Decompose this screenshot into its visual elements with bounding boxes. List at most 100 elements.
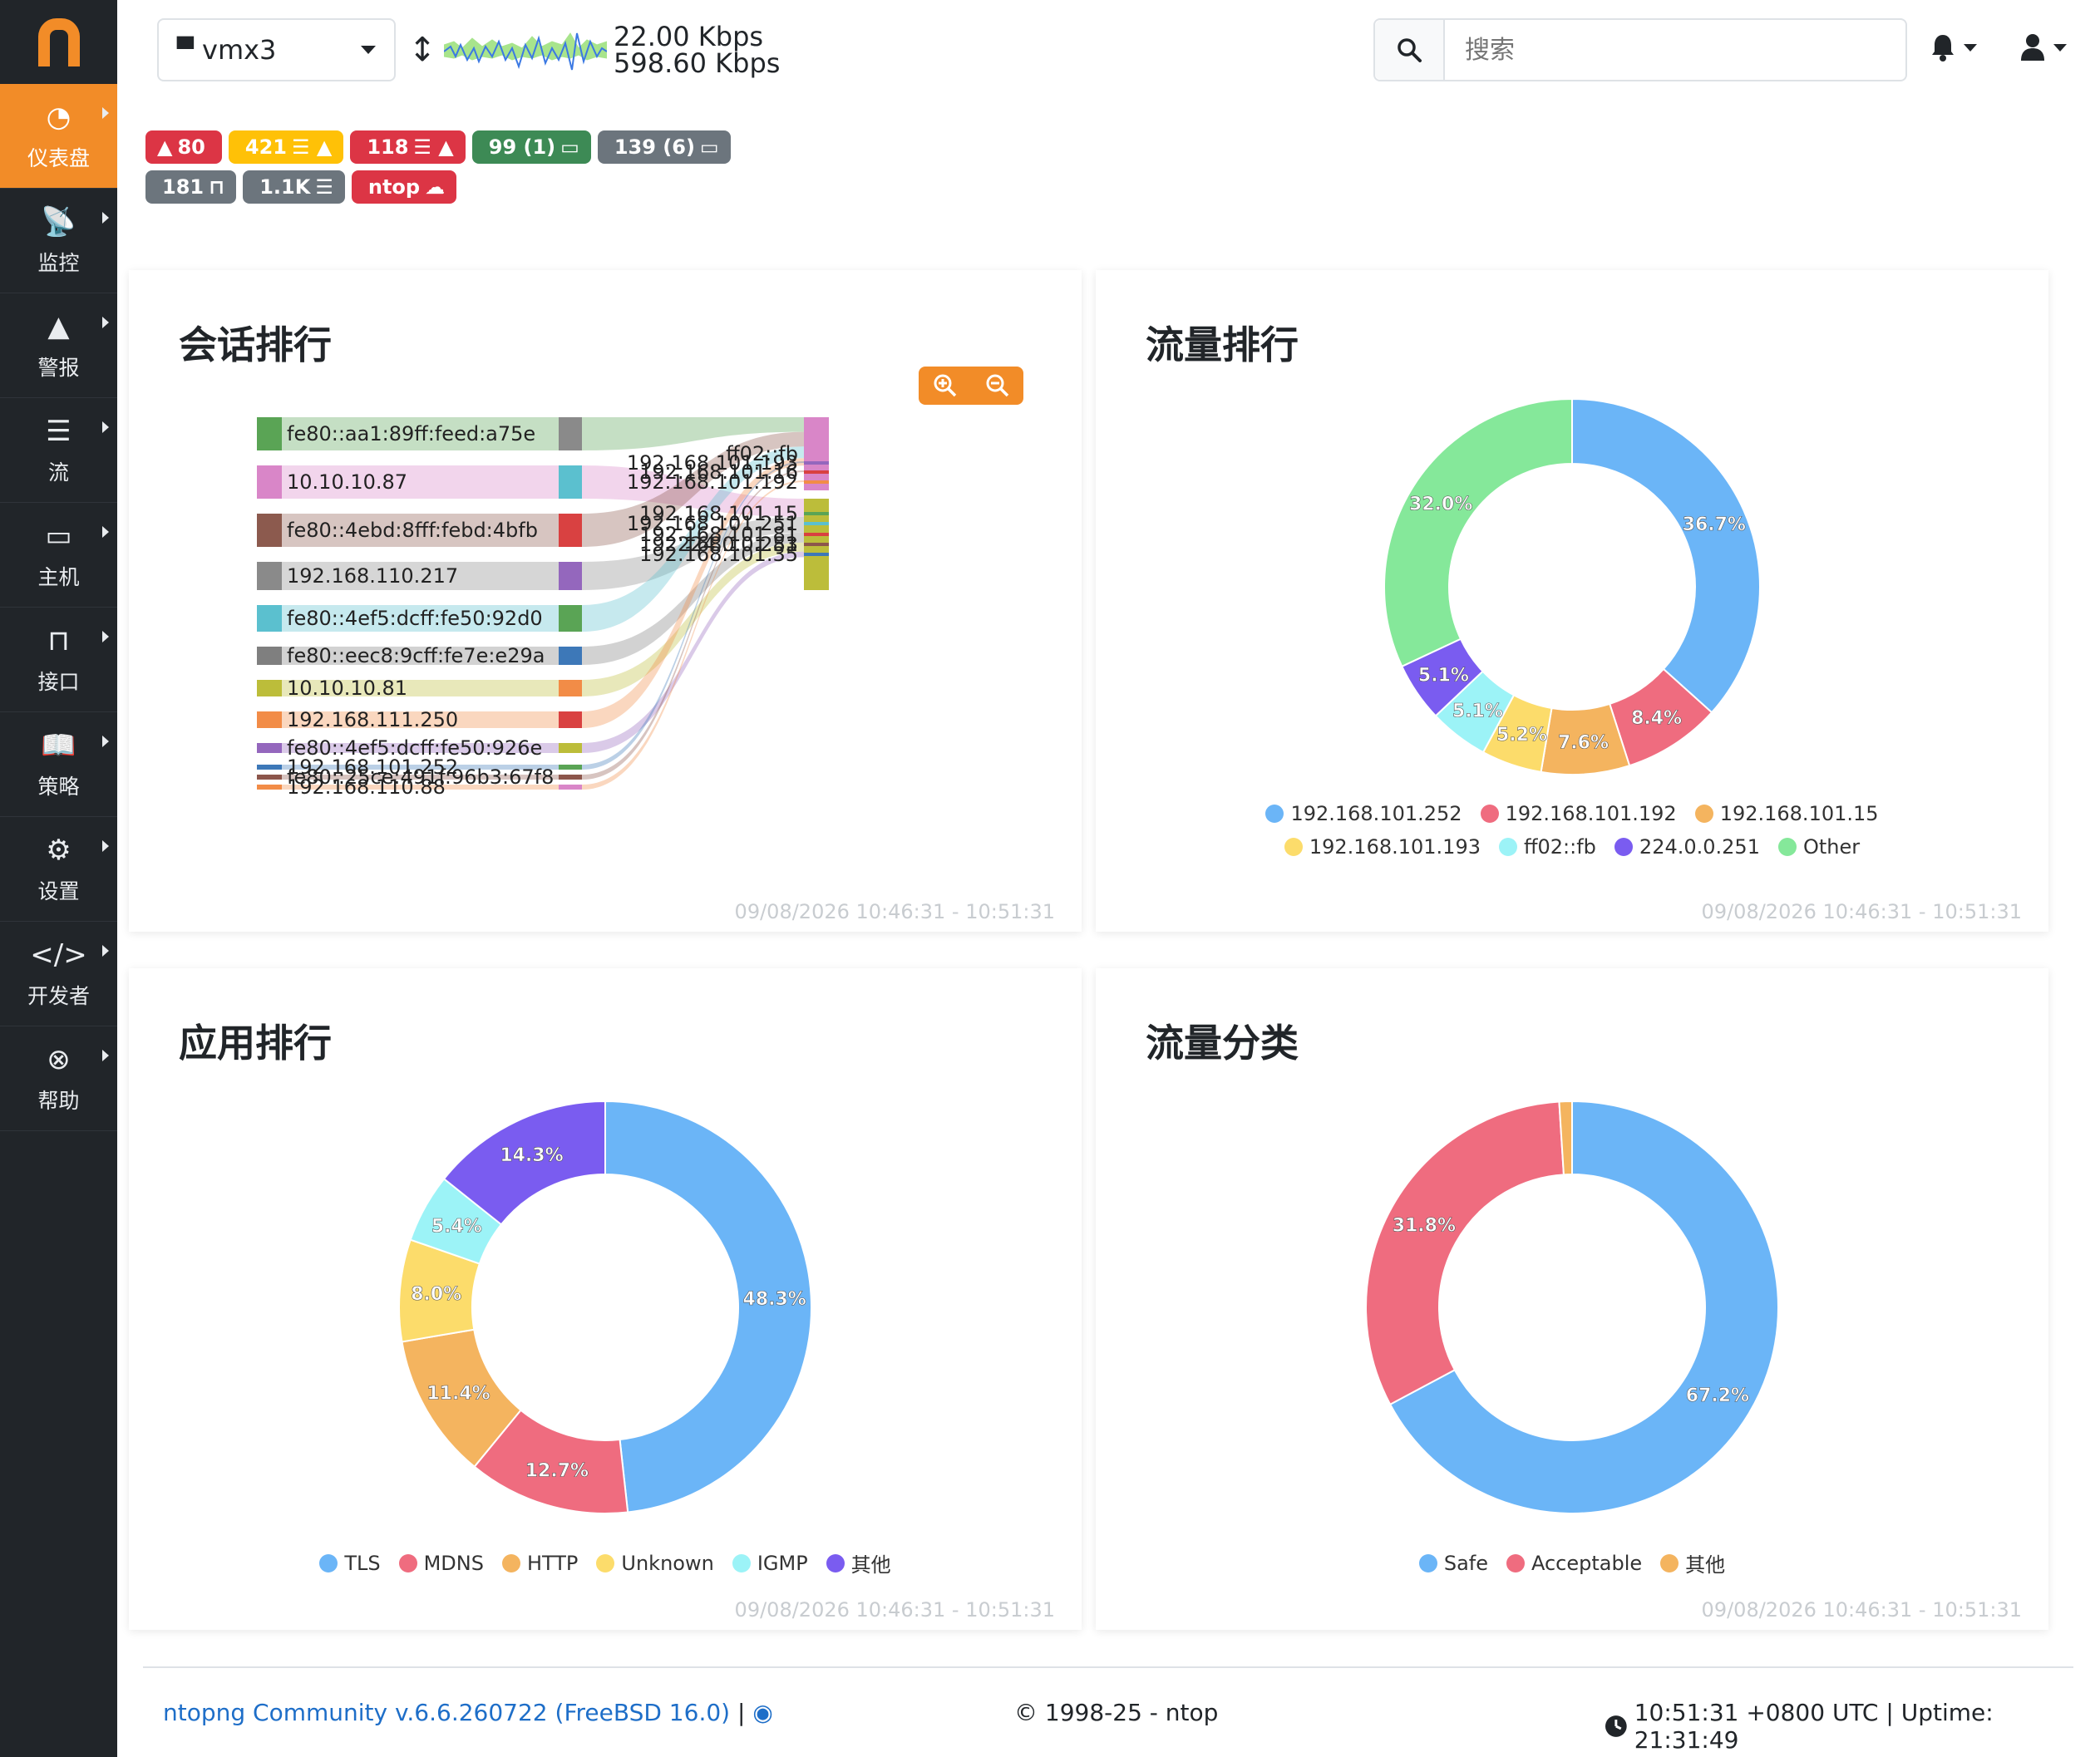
sankey-target-node[interactable] bbox=[804, 553, 829, 556]
sankey-source-node[interactable] bbox=[257, 743, 282, 753]
sankey-source-node[interactable] bbox=[257, 562, 282, 590]
donut-slice[interactable] bbox=[1571, 397, 1761, 714]
status-badge[interactable]: 181 ⊓ bbox=[145, 170, 237, 204]
status-badge[interactable]: 118 ☰ ▲ bbox=[350, 130, 466, 164]
sankey-target-node[interactable] bbox=[804, 543, 829, 546]
status-badge[interactable]: 1.1K ☰ bbox=[243, 170, 345, 204]
legend-label: Safe bbox=[1443, 1551, 1488, 1575]
sankey-source-node[interactable] bbox=[257, 514, 282, 547]
sidebar-item-0[interactable]: ◔ 仪表盘 bbox=[0, 84, 117, 189]
status-badge[interactable]: 421 ☰ ▲ bbox=[228, 130, 344, 164]
sidebar-item-3[interactable]: ☰ 流 bbox=[0, 398, 117, 503]
sankey-source-label: 192.168.110.88 bbox=[287, 775, 446, 799]
sankey-target-node[interactable] bbox=[804, 522, 829, 525]
sankey-source-node[interactable] bbox=[257, 647, 282, 665]
status-badge[interactable]: 99 (1) ▭ bbox=[471, 130, 591, 164]
version-link[interactable]: ntopng Community v.6.6.260722 (FreeBSD 1… bbox=[163, 1699, 730, 1726]
sankey-mid-node[interactable] bbox=[559, 417, 582, 450]
sankey-mid-node[interactable] bbox=[559, 775, 582, 780]
status-badge[interactable]: 139 (6) ▭ bbox=[597, 130, 731, 164]
legend-item[interactable]: 其他 bbox=[826, 1548, 891, 1577]
legend-item[interactable]: 224.0.0.251 bbox=[1614, 835, 1760, 859]
sidebar-item-label: 仪表盘 bbox=[27, 145, 90, 170]
sankey-source-node[interactable] bbox=[257, 785, 282, 790]
sankey-mid-node[interactable] bbox=[559, 465, 582, 499]
sidebar-item-7[interactable]: ⚙ 设置 bbox=[0, 817, 117, 922]
sankey-source-node[interactable] bbox=[257, 711, 282, 728]
sidebar-item-1[interactable]: 📡 监控 bbox=[0, 189, 117, 293]
legend-item[interactable]: 192.168.101.193 bbox=[1284, 835, 1481, 859]
sankey-mid-node[interactable] bbox=[559, 785, 582, 790]
sankey-mid-node[interactable] bbox=[559, 514, 582, 547]
ethernet-icon: ▀ bbox=[177, 37, 194, 62]
sidebar-item-6[interactable]: 📖 策略 bbox=[0, 712, 117, 817]
search-icon bbox=[1398, 38, 1422, 62]
notifications-dropdown[interactable] bbox=[1930, 33, 1977, 62]
badge-count: 118 bbox=[367, 135, 409, 159]
gear-icon: ⚙ bbox=[46, 833, 71, 867]
sidebar-item-2[interactable]: ▲ 警报 bbox=[0, 293, 117, 398]
sankey-source-node[interactable] bbox=[257, 417, 282, 450]
sidebar-item-9[interactable]: ⊗ 帮助 bbox=[0, 1026, 117, 1131]
badge-suffix-icon: ☁ bbox=[425, 175, 446, 199]
legend-item[interactable]: MDNS bbox=[398, 1548, 484, 1577]
categories-donut-chart[interactable]: 67.2% 31.8% bbox=[1096, 968, 2048, 1630]
sankey-target-node[interactable] bbox=[804, 533, 829, 536]
badge-count: ntop bbox=[367, 175, 421, 199]
apps-time: 09/08/2026 10:46:31 - 10:51:31 bbox=[734, 1598, 1055, 1622]
sankey-mid-node[interactable] bbox=[559, 605, 582, 632]
sankey-chart[interactable]: fe80::aa1:89ff:feed:a75e10.10.10.87fe80:… bbox=[129, 270, 1082, 852]
sankey-target-node[interactable] bbox=[804, 480, 829, 484]
legend-item[interactable]: Acceptable bbox=[1506, 1548, 1642, 1577]
donut-slice-label: 32.0% bbox=[1409, 495, 1472, 515]
sankey-target-node[interactable] bbox=[804, 512, 829, 515]
status-badge[interactable]: ▲ 80 bbox=[145, 130, 222, 164]
sankey-source-node[interactable] bbox=[257, 680, 282, 696]
traffic-time: 09/08/2026 10:46:31 - 10:51:31 bbox=[1701, 900, 2022, 923]
legend-item[interactable]: Other bbox=[1777, 835, 1860, 859]
ntop-logo[interactable] bbox=[0, 0, 117, 84]
apps-donut-chart[interactable]: 48.3% 12.7% 11.4% 8.0% 5.4% 14.3% bbox=[129, 968, 1082, 1630]
donut-slice[interactable] bbox=[1365, 1100, 1565, 1406]
sidebar-item-4[interactable]: ▭ 主机 bbox=[0, 503, 117, 608]
legend-item[interactable]: TLS bbox=[319, 1548, 381, 1577]
sankey-mid-node[interactable] bbox=[559, 743, 582, 753]
sankey-source-node[interactable] bbox=[257, 605, 282, 632]
sankey-target-node[interactable] bbox=[804, 470, 829, 474]
legend-item[interactable]: ff02::fb bbox=[1498, 835, 1596, 859]
sankey-target-node[interactable] bbox=[804, 461, 829, 465]
sankey-target-node[interactable] bbox=[804, 417, 829, 490]
legend-item[interactable]: HTTP bbox=[501, 1548, 578, 1577]
sankey-mid-node[interactable] bbox=[559, 562, 582, 590]
sidebar-item-label: 监控 bbox=[37, 250, 80, 275]
donut-slice[interactable] bbox=[1383, 397, 1573, 668]
sankey-source-node[interactable] bbox=[257, 775, 282, 780]
sidebar-item-8[interactable]: </> 开发者 bbox=[0, 922, 117, 1026]
legend-item[interactable]: 192.168.101.192 bbox=[1480, 802, 1677, 825]
sankey-source-node[interactable] bbox=[257, 765, 282, 770]
github-icon[interactable]: ◉ bbox=[752, 1699, 772, 1726]
legend-item[interactable]: Unknown bbox=[596, 1548, 714, 1577]
legend-item[interactable]: 其他 bbox=[1660, 1548, 1725, 1577]
sankey-mid-node[interactable] bbox=[559, 647, 582, 665]
donut-slice-label: 5.1% bbox=[1452, 701, 1503, 722]
legend-item[interactable]: 192.168.101.252 bbox=[1265, 802, 1462, 825]
sankey-mid-node[interactable] bbox=[559, 765, 582, 770]
status-badge[interactable]: ntop ☁ bbox=[351, 170, 457, 204]
search-button[interactable] bbox=[1375, 20, 1445, 80]
sankey-target-label: 192.168.101.192 bbox=[627, 470, 798, 494]
user-dropdown[interactable] bbox=[2020, 33, 2067, 62]
sankey-mid-node[interactable] bbox=[559, 680, 582, 696]
traffic-indicator[interactable]: ↕ 22.00 Kbps 598.60 Kbps bbox=[407, 23, 780, 76]
footer-version: ntopng Community v.6.6.260722 (FreeBSD 1… bbox=[163, 1699, 773, 1726]
sankey-source-node[interactable] bbox=[257, 465, 282, 499]
legend-item[interactable]: IGMP bbox=[732, 1548, 808, 1577]
sankey-mid-node[interactable] bbox=[559, 711, 582, 728]
interface-select[interactable]: ▀ vmx3 bbox=[157, 18, 396, 81]
legend-item[interactable]: 192.168.101.15 bbox=[1694, 802, 1879, 825]
search-input[interactable] bbox=[1445, 20, 1905, 80]
legend-item[interactable]: Safe bbox=[1418, 1548, 1488, 1577]
apps-card: 应用排行 48.3% 12.7% 11.4% 8.0% 5.4% 14.3% TLS MDN… bbox=[129, 968, 1082, 1630]
sidebar-item-5[interactable]: ⊓ 接口 bbox=[0, 608, 117, 712]
donut-slice-label: 48.3% bbox=[743, 1289, 806, 1310]
